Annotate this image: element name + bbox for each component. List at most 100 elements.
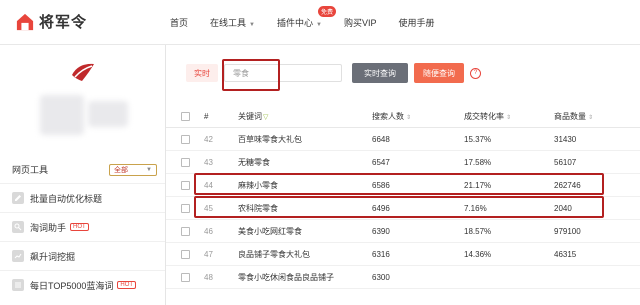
row-goods: 2040 [554,203,572,213]
sidebar-item-keyword-helper[interactable]: 淘词助手 HOT [0,212,165,241]
row-number: 47 [204,249,213,259]
row-number: 45 [204,203,213,213]
row-keyword[interactable]: 百草味零食大礼包 [238,134,372,145]
brand-logo[interactable]: 将军令 [16,11,87,32]
sidebar-item-label: 淘词助手 [30,222,67,233]
nav-manual[interactable]: 使用手册 [398,16,434,29]
row-checkbox-cell [166,203,204,213]
row-keyword[interactable]: 美食小吃网红零食 [238,226,372,237]
table-row[interactable]: 48 零食小吃休闲食品良品铺子 6300 [166,266,640,289]
col-header-searchers[interactable]: 搜索人数 ⇕ [372,111,464,122]
chevron-down-icon: ▼ [146,166,152,173]
nav-plugin-center[interactable]: 插件中心 ▼ 免费 [277,5,336,29]
main-panel: 实时 零食 实时查询 随便查询 ? # 关键词▽ 搜索人数 ⇕ 成交转化率 ⇕ 商品… [166,45,640,305]
row-goods: 46315 [554,249,577,259]
row-checkbox[interactable] [180,272,190,282]
main-nav: 首页 在线工具 ▼ 插件中心 ▼ 免费 购买VIP 使用手册 [170,0,456,44]
row-goods: 56107 [554,157,577,167]
row-number: 46 [204,226,213,236]
row-checkbox-cell [166,226,204,236]
chevron-down-icon: ▼ [249,21,255,28]
realtime-mode-tab[interactable]: 实时 [186,64,218,82]
table-row[interactable]: 42 百草味零食大礼包 6648 15.37% 31430 [166,128,640,151]
sidebar-section-header: 网页工具 全部 ▼ [12,163,157,176]
sidebar-item-label: 批量自动优化标题 [30,193,103,204]
house-logo-icon [16,13,34,30]
row-searchers: 6496 [372,203,390,213]
row-checkbox-cell [166,180,204,190]
row-checkbox-cell [166,157,204,167]
table-row[interactable]: 43 无糖零食 6547 17.58% 56107 [166,151,640,174]
nav-buy-vip[interactable]: 购买VIP [344,16,377,29]
col-header-keyword[interactable]: 关键词▽ [238,111,372,122]
nav-home[interactable]: 首页 [170,16,188,29]
brand-name: 将军令 [39,14,88,31]
row-number: 44 [204,180,213,190]
table-body: 42 百草味零食大礼包 6648 15.37% 31430 43 无糖零食 6547 17.58… [166,128,640,289]
col-header-goods[interactable]: 商品数量 ⇕ [554,111,634,122]
sidebar-item-top5000[interactable]: 每日TOP5000蓝海词 HOT [0,270,165,299]
list-icon [12,279,24,291]
keyword-table: # 关键词▽ 搜索人数 ⇕ 成交转化率 ⇕ 商品数量 ⇕ 42 百草味零食大礼包 6648… [166,105,640,289]
row-checkbox[interactable] [180,180,190,190]
row-checkbox[interactable] [180,203,190,213]
row-number: 43 [204,157,213,167]
search-highlight-box [222,59,280,91]
sidebar-item-rising-words[interactable]: 飙升词挖掘 [0,241,165,270]
sidebar-filter-select[interactable]: 全部 ▼ [109,163,157,176]
row-checkbox[interactable] [180,249,190,259]
sort-icon[interactable]: ⇕ [406,115,411,121]
filter-icon[interactable]: ▽ [263,114,268,121]
table-row[interactable]: 45 农科院零食 6496 7.16% 2040 [166,196,640,220]
nav-manual-label: 使用手册 [398,17,435,28]
row-checkbox-cell [166,272,204,282]
col-header-conversion-label: 成交转化率 [464,111,504,121]
row-keyword[interactable]: 无糖零食 [238,157,372,168]
sidebar-tool-list: 批量自动优化标题 淘词助手 HOT 飙升词挖掘 每日TOP5000蓝海词 HOT [0,183,165,299]
sidebar-item-title-optimizer[interactable]: 批量自动优化标题 [0,183,165,212]
row-keyword[interactable]: 良品铺子零食大礼包 [238,249,372,260]
avatar [72,63,94,81]
row-searchers: 6300 [372,272,390,282]
random-query-button[interactable]: 随便查询 [414,63,464,83]
row-checkbox[interactable] [180,134,190,144]
row-conversion: 7.16% [464,203,487,213]
row-keyword[interactable]: 农科院零食 [238,203,372,214]
row-searchers: 6586 [372,180,390,190]
chart-icon [12,250,24,262]
sidebar-item-label: 每日TOP5000蓝海词 [30,280,114,291]
hot-tag: HOT [70,223,89,231]
top-navbar: 将军令 首页 在线工具 ▼ 插件中心 ▼ 免费 购买VIP 使用手册 [0,0,640,45]
row-checkbox[interactable] [180,157,190,167]
row-searchers: 6547 [372,157,390,167]
table-header: # 关键词▽ 搜索人数 ⇕ 成交转化率 ⇕ 商品数量 ⇕ [166,105,640,128]
sort-icon[interactable]: ⇕ [506,115,511,121]
blurred-user-info [88,101,128,127]
row-searchers: 6648 [372,134,390,144]
row-conversion: 17.58% [464,157,492,167]
row-checkbox[interactable] [180,226,190,236]
key-icon [12,221,24,233]
table-row[interactable]: 46 美食小吃网红零食 6390 18.57% 979100 [166,220,640,243]
col-header-goods-label: 商品数量 [554,111,586,121]
nav-online-tools[interactable]: 在线工具 ▼ [210,16,255,29]
help-icon[interactable]: ? [470,67,481,79]
free-badge: 免费 [317,5,336,17]
search-bar: 实时 零食 实时查询 随便查询 ? [186,59,481,91]
keyword-search-input[interactable]: 零食 [222,59,342,91]
row-number: 48 [204,272,213,282]
sort-icon[interactable]: ⇕ [588,115,593,121]
table-row[interactable]: 44 麻辣小零食 6586 21.17% 262746 [166,173,640,197]
row-conversion: 18.57% [464,226,492,236]
table-row[interactable]: 47 良品铺子零食大礼包 6316 14.36% 46315 [166,243,640,266]
row-keyword[interactable]: 零食小吃休闲食品良品铺子 [238,272,372,283]
row-keyword[interactable]: 麻辣小零食 [238,180,372,191]
realtime-query-button[interactable]: 实时查询 [352,63,408,83]
row-number: 42 [204,134,213,144]
col-header-conversion[interactable]: 成交转化率 ⇕ [464,111,554,122]
hot-tag: HOT [117,281,137,289]
sidebar-item-label: 飙升词挖掘 [30,251,76,262]
row-goods: 979100 [554,226,581,236]
col-header-num: # [204,111,209,121]
select-all-checkbox[interactable] [180,111,190,121]
